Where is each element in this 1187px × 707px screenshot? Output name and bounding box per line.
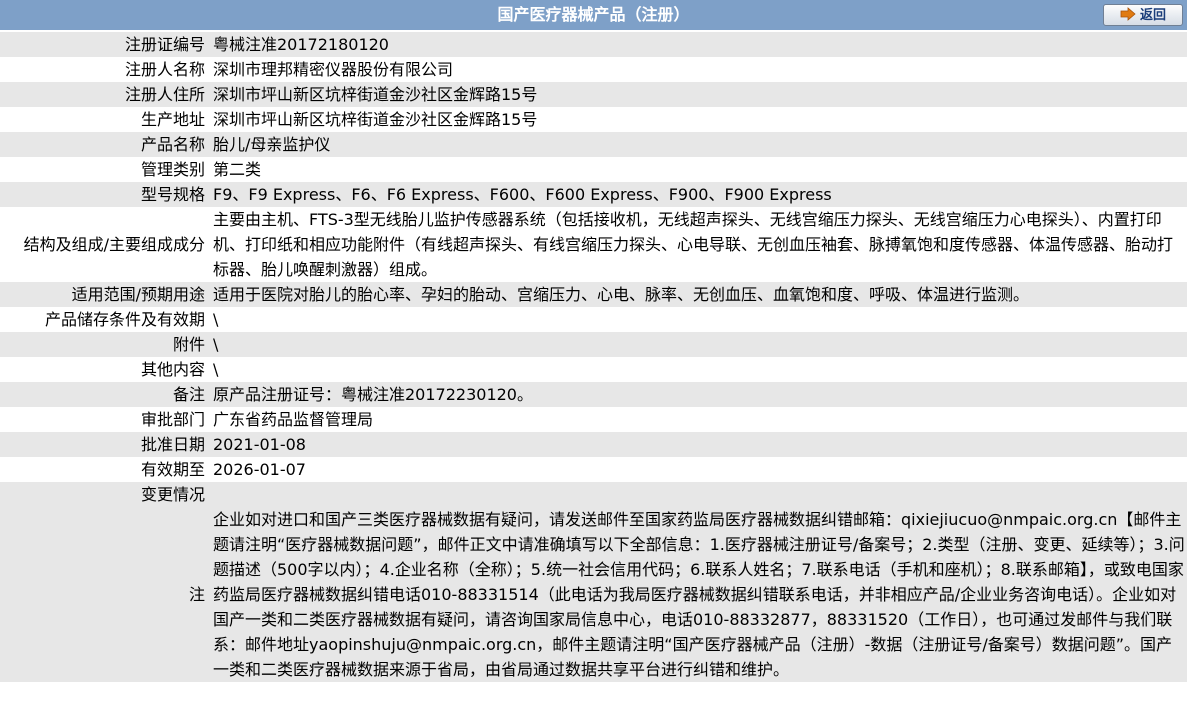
row-label: 审批部门 <box>0 407 209 432</box>
row-value: 深圳市坪山新区坑梓街道金沙社区金辉路15号 <box>209 82 1187 107</box>
row-value: 2021-01-08 <box>209 432 1187 457</box>
table-row: 审批部门 广东省药品监督管理局 <box>0 407 1187 432</box>
table-row: 型号规格 F9、F9 Express、F6、F6 Express、F600、F6… <box>0 182 1187 207</box>
row-value: 原产品注册证号：粤械注准20172230120。 <box>209 382 1187 407</box>
page-title: 国产医疗器械产品（注册） <box>497 5 690 24</box>
row-value: 主要由主机、FTS-3型无线胎儿监护传感器系统（包括接收机，无线超声探头、无线宫… <box>209 207 1187 282</box>
row-value: 深圳市理邦精密仪器股份有限公司 <box>209 57 1187 82</box>
row-value <box>209 482 1187 507</box>
row-label: 产品储存条件及有效期 <box>0 307 209 332</box>
product-info-table: 注册证编号 粤械注准20172180120 注册人名称 深圳市理邦精密仪器股份有… <box>0 32 1187 682</box>
page-header: 国产医疗器械产品（注册） 返回 <box>0 0 1187 32</box>
table-row: 结构及组成/主要组成成分 主要由主机、FTS-3型无线胎儿监护传感器系统（包括接… <box>0 207 1187 282</box>
table-row: 附件 \ <box>0 332 1187 357</box>
arrow-right-icon <box>1120 7 1136 21</box>
row-label: 有效期至 <box>0 457 209 482</box>
row-label: 备注 <box>0 382 209 407</box>
row-label: 管理类别 <box>0 157 209 182</box>
table-row: 其他内容 \ <box>0 357 1187 382</box>
row-value: 适用于医院对胎儿的胎心率、孕妇的胎动、宫缩压力、心电、脉率、无创血压、血氧饱和度… <box>209 282 1187 307</box>
row-value: \ <box>209 332 1187 357</box>
row-label: 适用范围/预期用途 <box>0 282 209 307</box>
row-label: 注册证编号 <box>0 32 209 57</box>
row-value: 第二类 <box>209 157 1187 182</box>
row-value: 广东省药品监督管理局 <box>209 407 1187 432</box>
row-value: 2026-01-07 <box>209 457 1187 482</box>
row-value: 胎儿/母亲监护仪 <box>209 132 1187 157</box>
row-value: \ <box>209 357 1187 382</box>
row-value: F9、F9 Express、F6、F6 Express、F600、F600 Ex… <box>209 182 1187 207</box>
row-label: 附件 <box>0 332 209 357</box>
table-row: 备注 原产品注册证号：粤械注准20172230120。 <box>0 382 1187 407</box>
row-label: 产品名称 <box>0 132 209 157</box>
row-value: 粤械注准20172180120 <box>209 32 1187 57</box>
row-value: 深圳市坪山新区坑梓街道金沙社区金辉路15号 <box>209 107 1187 132</box>
row-label: 型号规格 <box>0 182 209 207</box>
table-row: 管理类别 第二类 <box>0 157 1187 182</box>
table-row: 注册证编号 粤械注准20172180120 <box>0 32 1187 57</box>
row-label: 注册人住所 <box>0 82 209 107</box>
note-text: 企业如对进口和国产三类医疗器械数据有疑问，请发送邮件至国家药监局医疗器械数据纠错… <box>209 507 1187 682</box>
row-label: 生产地址 <box>0 107 209 132</box>
row-label: 变更情况 <box>0 482 209 507</box>
note-row: 注 企业如对进口和国产三类医疗器械数据有疑问，请发送邮件至国家药监局医疗器械数据… <box>0 507 1187 682</box>
table-row: 产品储存条件及有效期 \ <box>0 307 1187 332</box>
table-row: 变更情况 <box>0 482 1187 507</box>
back-button[interactable]: 返回 <box>1103 4 1183 26</box>
table-row: 适用范围/预期用途 适用于医院对胎儿的胎心率、孕妇的胎动、宫缩压力、心电、脉率、… <box>0 282 1187 307</box>
row-label: 结构及组成/主要组成成分 <box>0 207 209 282</box>
note-label: 注 <box>0 507 209 682</box>
back-button-label: 返回 <box>1139 8 1166 23</box>
row-label: 注册人名称 <box>0 57 209 82</box>
table-row: 批准日期 2021-01-08 <box>0 432 1187 457</box>
table-row: 注册人名称 深圳市理邦精密仪器股份有限公司 <box>0 57 1187 82</box>
table-row: 生产地址 深圳市坪山新区坑梓街道金沙社区金辉路15号 <box>0 107 1187 132</box>
row-label: 批准日期 <box>0 432 209 457</box>
table-row: 注册人住所 深圳市坪山新区坑梓街道金沙社区金辉路15号 <box>0 82 1187 107</box>
table-row: 产品名称 胎儿/母亲监护仪 <box>0 132 1187 157</box>
row-label: 其他内容 <box>0 357 209 382</box>
table-row: 有效期至 2026-01-07 <box>0 457 1187 482</box>
row-value: \ <box>209 307 1187 332</box>
